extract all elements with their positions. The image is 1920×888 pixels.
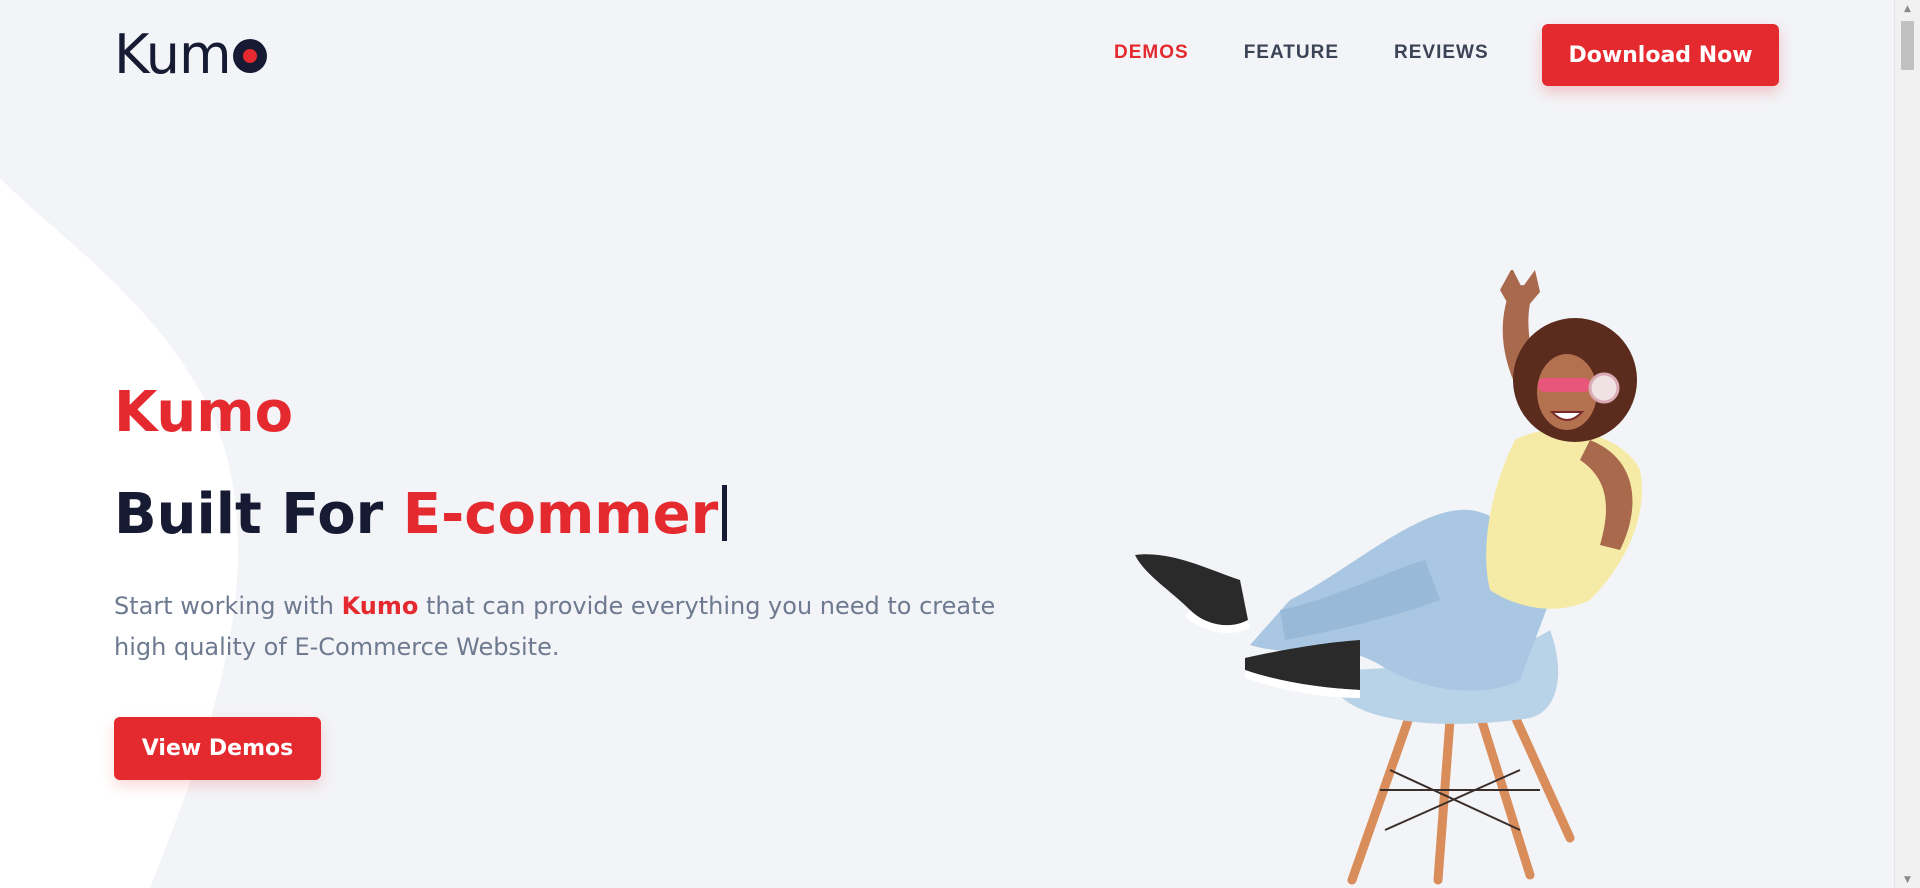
scroll-thumb[interactable] [1901,21,1914,70]
scroll-down-arrow-icon[interactable]: ▼ [1895,871,1920,888]
nav-feature[interactable]: FEATURE [1244,42,1339,64]
hero-title: Built For E-commer [114,482,728,547]
nav-reviews[interactable]: REVIEWS [1394,42,1489,64]
scroll-up-arrow-icon[interactable]: ▲ [1895,0,1920,17]
site-header: Kum DEMOS FEATURE REVIEWS Download Now [0,0,1895,110]
kumo-logo[interactable]: Kum [114,28,267,82]
logo-dot-icon [232,39,267,73]
peace-hand [1500,270,1540,306]
main-nav: DEMOS FEATURE REVIEWS [1114,42,1544,64]
hero-desc-start: Start working with [114,592,342,620]
sunglasses [1538,378,1590,392]
page-scrollbar[interactable]: ▲ ▼ [1894,0,1920,888]
logo-text: Kum [114,23,232,86]
hero-desc-brand: Kumo [341,592,419,620]
landing-page: Kum DEMOS FEATURE REVIEWS Download Now K… [0,0,1920,888]
nav-demos[interactable]: DEMOS [1114,42,1189,64]
woman-on-chair-illustration [1135,270,1642,885]
headphones-icon [1588,372,1620,404]
hero-title-prefix: Built For [114,482,403,547]
hero-title-typed: E-commer [402,482,719,547]
download-now-button[interactable]: Download Now [1542,24,1779,86]
chair-legs [1347,705,1575,885]
typing-caret [722,485,728,541]
hero-brand-heading: Kumo [114,380,294,445]
hero-description: Start working with Kumo that can provide… [114,586,1014,668]
view-demos-button[interactable]: View Demos [114,717,321,780]
